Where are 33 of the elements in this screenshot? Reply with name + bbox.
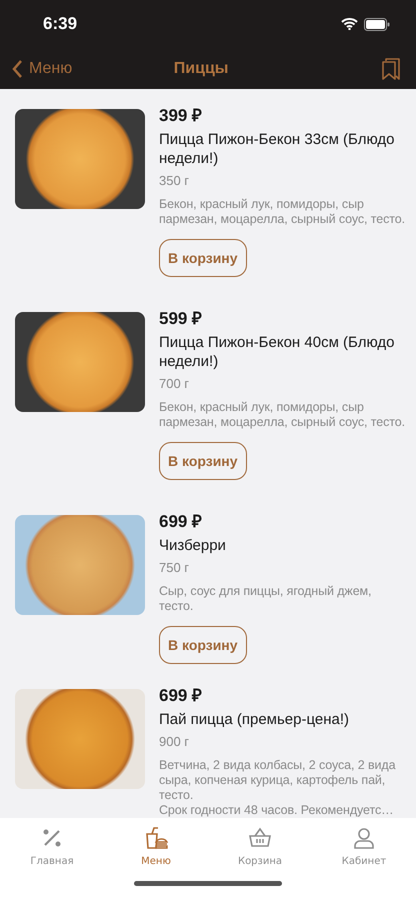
product-price: 699 ₽ bbox=[159, 511, 202, 532]
bookmark-icon[interactable] bbox=[382, 58, 400, 80]
chevron-left-icon bbox=[12, 60, 23, 78]
basket-icon bbox=[248, 826, 272, 850]
product-name: Пицца Пижон-Бекон 40см (Блюдо недели!) bbox=[159, 333, 396, 371]
product-description: Ветчина, 2 вида колбасы, 2 соуса, 2 вида сыра, копченая курица, картофель пай, тесто. Срок годности 48 часов. Рекомендуетс… bbox=[159, 758, 397, 818]
product-description: Бекон, красный лук, помидоры, сыр пармезан, моцарелла, сырный соус, тесто. bbox=[159, 197, 406, 227]
product-weight: 750 г bbox=[159, 560, 190, 575]
cup-and-burger-icon bbox=[144, 826, 168, 850]
tab-bar-item[interactable]: Кабинет bbox=[324, 826, 404, 867]
tab-bar-item[interactable]: Главная bbox=[12, 826, 92, 867]
wifi-icon bbox=[341, 18, 358, 30]
add-to-cart-button[interactable]: В корзину bbox=[159, 442, 247, 480]
product-weight: 700 г bbox=[159, 376, 190, 391]
product-price: 399 ₽ bbox=[159, 105, 202, 126]
product-price: 699 ₽ bbox=[159, 685, 202, 706]
status-time: 6:39 bbox=[43, 14, 78, 34]
person-icon bbox=[352, 826, 376, 850]
product-description: Сыр, соус для пиццы, ягодный джем, тесто. bbox=[159, 584, 372, 614]
back-button[interactable]: Меню bbox=[12, 60, 72, 78]
product-name: Пицца Пижон-Бекон 33см (Блюдо недели!) bbox=[159, 130, 396, 168]
tab-bar-item[interactable]: Корзина bbox=[220, 826, 300, 867]
product-description: Бекон, красный лук, помидоры, сыр пармезан, моцарелла, сырный соус, тесто. bbox=[159, 400, 406, 430]
product-price: 599 ₽ bbox=[159, 308, 202, 329]
screen-title: Пиццы bbox=[174, 60, 228, 78]
add-to-cart-button[interactable]: В корзину bbox=[159, 626, 247, 664]
product-name: Чизберри bbox=[159, 536, 226, 555]
battery-icon bbox=[364, 18, 390, 30]
product-name: Пай пицца (премьер-цена!) bbox=[159, 710, 350, 729]
product-weight: 900 г bbox=[159, 734, 190, 749]
product-weight: 350 г bbox=[159, 173, 190, 188]
add-to-cart-button[interactable]: В корзину bbox=[159, 239, 247, 277]
tab-bar-item[interactable]: Меню bbox=[116, 826, 196, 867]
